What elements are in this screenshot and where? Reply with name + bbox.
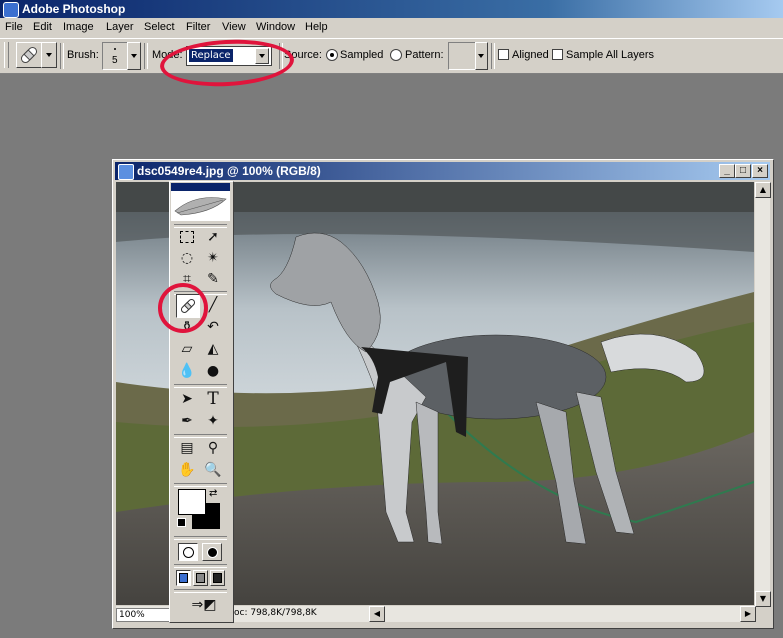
slice-tool-icon[interactable]: ✎ [202, 268, 224, 290]
zoom-tool-icon[interactable]: 🔍 [202, 459, 224, 481]
scroll-down-arrow-icon[interactable]: ▼ [755, 591, 771, 607]
blur-tool-icon[interactable]: 💧 [176, 360, 198, 382]
photoshop-icon [3, 2, 19, 18]
standard-mode-button[interactable] [178, 543, 198, 561]
scroll-right-arrow-icon[interactable]: ▶ [740, 606, 756, 622]
sample-all-layers-checkbox[interactable] [552, 49, 563, 60]
bandage-icon [20, 46, 38, 64]
separator [174, 564, 227, 568]
app-title-bar: Adobe Photoshop [0, 0, 783, 18]
menu-help[interactable]: Help [305, 21, 328, 33]
brush-picker[interactable]: 5 [102, 42, 128, 70]
move-tool-icon[interactable]: ➚ [202, 226, 224, 248]
chevron-down-icon [46, 53, 52, 57]
separator [491, 43, 495, 69]
pen-tool-icon[interactable]: ✒ [176, 410, 198, 432]
menu-select[interactable]: Select [144, 21, 175, 33]
full-screen-menu-mode-button[interactable] [193, 570, 208, 586]
menu-bar: File Edit Image Layer Select Filter View… [0, 18, 783, 38]
swap-colors-icon[interactable]: ⇄ [209, 488, 217, 499]
aligned-checkbox[interactable] [498, 49, 509, 60]
zoom-level-field[interactable]: 100% [116, 608, 170, 622]
maximize-button[interactable]: □ [735, 164, 751, 178]
separator [144, 43, 148, 69]
marquee-tool-icon[interactable] [176, 226, 198, 248]
menu-image[interactable]: Image [63, 21, 94, 33]
separator [174, 536, 227, 540]
tool-preset-dropdown[interactable] [41, 42, 57, 68]
document-size-info[interactable]: oc: 798,8K/798,8K [234, 608, 317, 618]
brush-size: 5 [112, 55, 118, 66]
brush-dropdown[interactable] [127, 42, 141, 70]
vertical-scrollbar[interactable]: ▲ ▼ [755, 182, 771, 607]
scroll-up-arrow-icon[interactable]: ▲ [755, 182, 771, 198]
document-icon [118, 164, 134, 180]
full-screen-mode-button[interactable] [210, 570, 225, 586]
scroll-left-arrow-icon[interactable]: ◀ [369, 606, 385, 622]
toolbox-logo[interactable] [171, 191, 230, 221]
separator [174, 589, 227, 593]
menu-file[interactable]: File [5, 21, 23, 33]
source-pattern-radio[interactable] [390, 49, 402, 61]
menu-layer[interactable]: Layer [106, 21, 134, 33]
custom-shape-tool-icon[interactable]: ✦ [202, 410, 224, 432]
pattern-label: Pattern: [405, 49, 444, 61]
menu-edit[interactable]: Edit [33, 21, 52, 33]
standard-screen-mode-button[interactable] [176, 570, 191, 586]
eyedropper-tool-icon[interactable]: ⚲ [202, 437, 224, 459]
foreground-color-swatch[interactable] [178, 489, 206, 515]
brush-tip-icon [114, 48, 116, 50]
tool-preset-picker[interactable] [16, 42, 42, 68]
eraser-tool-icon[interactable]: ▱ [176, 338, 198, 360]
pattern-dropdown[interactable] [475, 42, 488, 70]
sample-all-layers-label: Sample All Layers [566, 49, 655, 61]
aligned-label: Aligned [512, 49, 549, 61]
toolbox-title-bar[interactable] [171, 183, 230, 191]
jump-to-imageready-icon[interactable]: ⇒◩ [186, 594, 222, 616]
chevron-down-icon [478, 54, 484, 58]
menu-filter[interactable]: Filter [186, 21, 210, 33]
default-colors-icon[interactable] [177, 518, 186, 527]
notes-tool-icon[interactable]: ▤ [176, 437, 198, 459]
document-title: dsc0549re4.jpg @ 100% (RGB/8) [137, 164, 321, 178]
close-button[interactable]: × [752, 164, 768, 178]
menu-window[interactable]: Window [256, 21, 295, 33]
chevron-down-icon [131, 54, 137, 58]
paint-bucket-tool-icon[interactable]: ◭ [202, 338, 224, 360]
dodge-tool-icon[interactable]: ● [202, 360, 224, 382]
app-title: Adobe Photoshop [22, 2, 126, 16]
minimize-button[interactable]: _ [719, 164, 735, 178]
annotation-circle-healing-brush [158, 283, 208, 333]
feather-icon [174, 197, 227, 216]
options-bar: Brush: 5 Mode: Source: Sampled Pattern: … [0, 38, 783, 74]
separator [174, 483, 227, 487]
magic-wand-tool-icon[interactable]: ✴ [202, 247, 224, 269]
brush-label: Brush: [67, 49, 99, 61]
separator [60, 43, 64, 69]
quick-mask-mode-button[interactable] [202, 543, 222, 561]
path-selection-tool-icon[interactable]: ➤ [176, 388, 198, 410]
menu-view[interactable]: View [222, 21, 246, 33]
document-title-bar[interactable]: dsc0549re4.jpg @ 100% (RGB/8) _ □ × [115, 162, 770, 180]
type-tool-icon[interactable]: T [202, 388, 224, 410]
lasso-tool-icon[interactable]: ◌ [176, 247, 198, 269]
pattern-picker[interactable] [448, 42, 476, 70]
options-bar-grip[interactable] [4, 42, 9, 68]
sampled-label: Sampled [340, 49, 384, 61]
hand-tool-icon[interactable]: ✋ [176, 459, 198, 481]
source-sampled-radio[interactable] [326, 49, 338, 61]
